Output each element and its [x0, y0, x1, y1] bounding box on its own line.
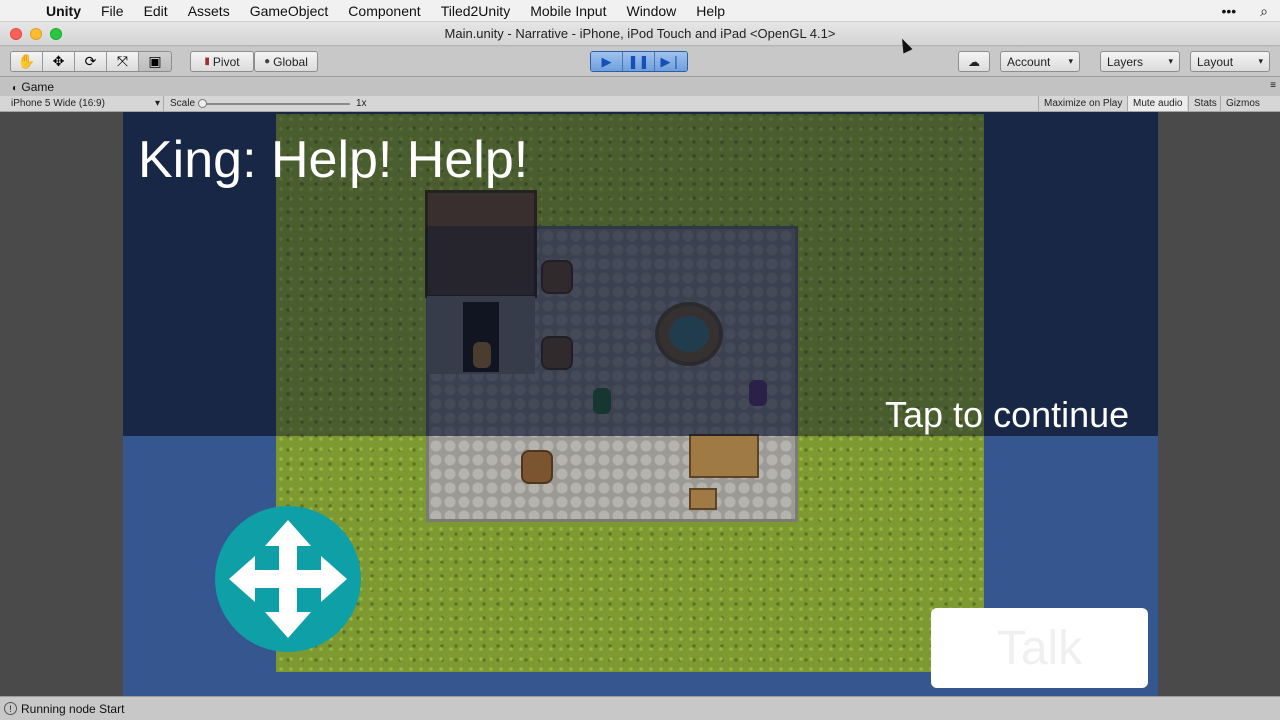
layers-dropdown[interactable]: Layers [1100, 51, 1180, 72]
rotate-tool-icon[interactable]: ⟳ [75, 52, 107, 71]
zoom-window-button[interactable] [50, 28, 62, 40]
game-tab-label: Game [21, 80, 55, 94]
dialogue-text: King: Help! Help! [138, 131, 529, 189]
status-bar: ! Running node Start [0, 696, 1280, 720]
tab-menu-icon[interactable]: ≡ [1270, 80, 1276, 91]
menu-mobile-input[interactable]: Mobile Input [520, 0, 616, 22]
plant-barrel [521, 450, 553, 484]
tab-game[interactable]: ◐ Game [6, 79, 60, 97]
menu-bar: Unity File Edit Assets GameObject Compon… [0, 0, 1280, 22]
step-icon[interactable]: ▶❘ [655, 52, 687, 71]
info-icon: ! [4, 702, 17, 715]
cloud-icon: ☁ [968, 54, 980, 69]
transform-tools: ✋ ✥ ⟳ ⤧ ▣ [10, 51, 172, 72]
menu-file[interactable]: File [91, 0, 134, 22]
menu-gameobject[interactable]: GameObject [240, 0, 339, 22]
more-icon[interactable]: ••• [1209, 3, 1248, 19]
tap-to-continue-text[interactable]: Tap to continue [885, 394, 1129, 436]
game-view[interactable]: King: Help! Help! Tap to continue Talk [0, 112, 1280, 696]
menubar-extras: ••• ⌕ [1209, 0, 1280, 22]
scale-slider-handle[interactable] [198, 99, 207, 108]
mute-audio-toggle[interactable]: Mute audio [1127, 96, 1188, 111]
game-screen[interactable]: King: Help! Help! Tap to continue Talk [123, 112, 1158, 696]
game-tab-row: ◐ Game ≡ [0, 78, 1280, 96]
resolution-label: iPhone 5 Wide (16:9) [11, 98, 105, 109]
main-toolbar: ✋ ✥ ⟳ ⤧ ▣ ▮ Pivot ● Global ▶ ❚❚ ▶❘ ☁ Acc… [0, 47, 1280, 77]
menu-help[interactable]: Help [686, 0, 735, 22]
status-message[interactable]: Running node Start [21, 702, 124, 716]
layout-dropdown[interactable]: Layout [1190, 51, 1270, 72]
game-tab-icon: ◐ [12, 83, 19, 94]
hand-tool-icon[interactable]: ✋ [11, 52, 43, 71]
global-label: Global [273, 54, 308, 69]
window-title: Main.unity - Narrative - iPhone, iPod To… [444, 26, 836, 41]
plaza-dim-layer [426, 226, 798, 436]
chevron-down-icon: ▾ [154, 98, 160, 109]
playback-controls: ▶ ❚❚ ▶❘ [590, 51, 688, 72]
globe-icon: ● [264, 56, 271, 67]
window-title-bar: Main.unity - Narrative - iPhone, iPod To… [0, 22, 1280, 46]
pivot-button[interactable]: ▮ Pivot [190, 51, 254, 72]
traffic-lights [10, 28, 62, 40]
cloud-button[interactable]: ☁ [958, 51, 990, 72]
gizmos-dropdown[interactable]: Gizmos [1220, 96, 1280, 111]
scale-value: 1x [356, 98, 367, 109]
pivot-label: Pivot [212, 54, 240, 69]
menu-assets[interactable]: Assets [178, 0, 240, 22]
global-button[interactable]: ● Global [254, 51, 318, 72]
rect-tool-icon[interactable]: ▣ [139, 52, 171, 71]
menu-edit[interactable]: Edit [134, 0, 178, 22]
resolution-dropdown[interactable]: iPhone 5 Wide (16:9) ▾ [6, 96, 164, 111]
minimize-window-button[interactable] [30, 28, 42, 40]
pause-icon[interactable]: ❚❚ [623, 52, 655, 71]
pivot-icon: ▮ [204, 56, 210, 67]
menu-component[interactable]: Component [338, 0, 430, 22]
layout-label: Layout [1197, 54, 1234, 69]
menu-app[interactable]: Unity [36, 0, 91, 22]
account-dropdown[interactable]: Account [1000, 51, 1080, 72]
table [689, 434, 759, 478]
maximize-on-play-toggle[interactable]: Maximize on Play [1038, 96, 1127, 111]
account-label: Account [1007, 54, 1051, 69]
stats-toggle[interactable]: Stats [1188, 96, 1222, 111]
scale-slider[interactable] [198, 99, 350, 108]
layers-label: Layers [1107, 54, 1144, 69]
move-arrows-icon [229, 520, 347, 638]
search-icon[interactable]: ⌕ [1248, 3, 1280, 20]
talk-button[interactable]: Talk [931, 608, 1148, 688]
menu-tiled2unity[interactable]: Tiled2Unity [431, 0, 521, 22]
move-tool-icon[interactable]: ✥ [43, 52, 75, 71]
scale-tool-icon[interactable]: ⤧ [107, 52, 139, 71]
menu-window[interactable]: Window [616, 0, 686, 22]
stool [689, 488, 717, 510]
play-icon[interactable]: ▶ [591, 52, 623, 71]
scale-label: Scale [170, 98, 196, 109]
close-window-button[interactable] [10, 28, 22, 40]
game-view-controls: iPhone 5 Wide (16:9) ▾ Scale 1x Maximize… [0, 96, 1280, 112]
dpad-joystick[interactable] [215, 506, 361, 652]
